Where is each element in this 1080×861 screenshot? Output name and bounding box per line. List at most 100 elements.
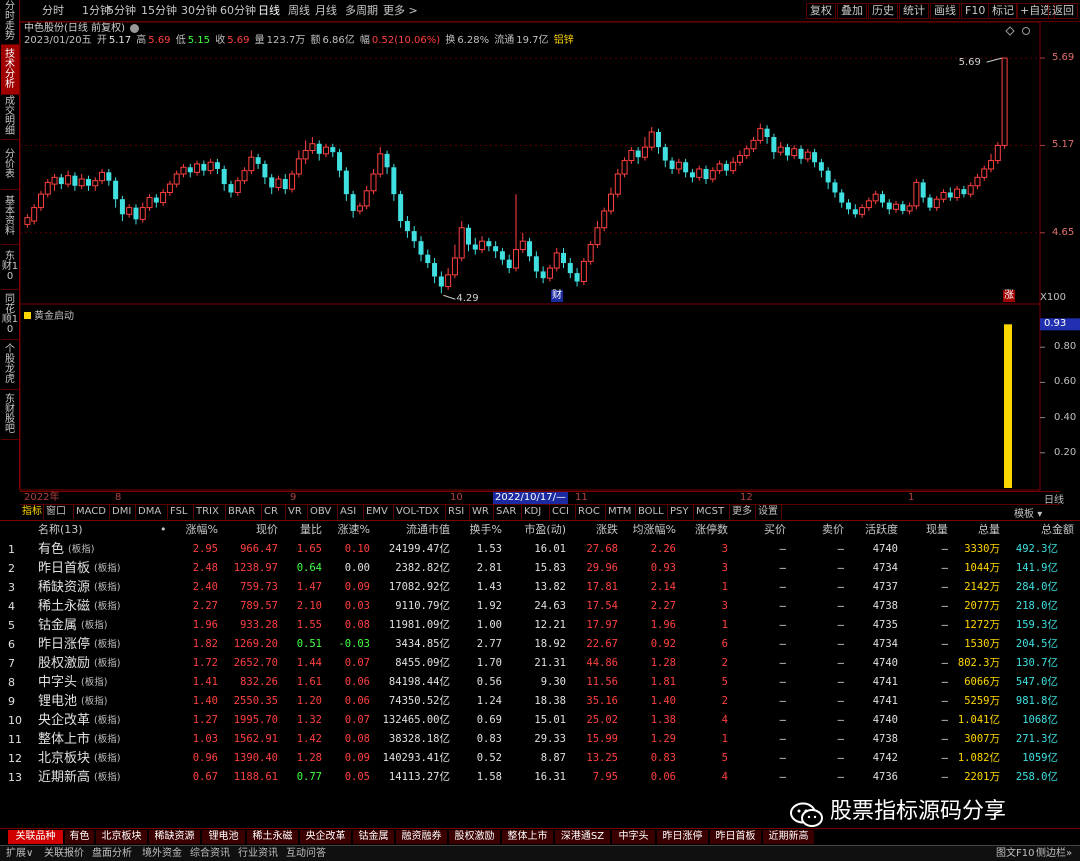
sector-tab-15[interactable]: 近期新高: [763, 830, 815, 844]
indicator-tab-10[interactable]: OBV: [308, 505, 338, 519]
indicator-tab-7[interactable]: BRAR: [226, 505, 262, 519]
period-tab-4[interactable]: 30分钟: [181, 4, 217, 18]
indicator-tab-12[interactable]: EMV: [364, 505, 394, 519]
indicator-tab-6[interactable]: TRIX: [194, 505, 226, 519]
col-header-12[interactable]: 买价: [740, 523, 786, 537]
toolbar-button-0[interactable]: 复权: [806, 3, 836, 19]
table-row[interactable]: 7 股权激励 (板指) 1.72 2652.70 1.44 0.07 8455.09亿 1.70…: [0, 654, 1080, 673]
col-header-0[interactable]: 名称(13): [38, 523, 98, 537]
bottom-tab-6[interactable]: 互动问答: [286, 847, 326, 860]
indicator-tab-14[interactable]: RSI: [446, 505, 470, 519]
sector-tab-1[interactable]: 有色: [65, 830, 95, 844]
toolbar-button-2[interactable]: 历史: [868, 3, 898, 19]
indicator-tab-21[interactable]: BOLL: [636, 505, 668, 519]
sector-tab-10[interactable]: 整体上市: [502, 830, 554, 844]
indicator-tab-11[interactable]: ASI: [338, 505, 364, 519]
bottom-tab-1[interactable]: 关联报价: [44, 847, 84, 860]
toolbar-button-1[interactable]: 叠加: [837, 3, 867, 19]
indicator-tab-24[interactable]: 更多: [730, 505, 756, 519]
bottom-tab-4[interactable]: 综合资讯: [190, 847, 230, 860]
indicator-tab-17[interactable]: KDJ: [522, 505, 550, 519]
col-header-5[interactable]: 涨速%: [330, 523, 370, 537]
period-tab-8[interactable]: 月线: [315, 4, 337, 18]
left-tab-7[interactable]: 个股龙虎: [1, 340, 19, 390]
table-row[interactable]: 10 央企改革 (板指) 1.27 1995.70 1.32 0.07 132465.00亿 0…: [0, 711, 1080, 730]
col-header-16[interactable]: 总量: [956, 523, 1000, 537]
table-row[interactable]: 9 锂电池 (板指) 1.40 2550.35 1.20 0.06 74350.52亿 1.24…: [0, 692, 1080, 711]
col-header-2[interactable]: 涨幅%: [168, 523, 218, 537]
template-button[interactable]: 模板 ▾: [1014, 505, 1042, 520]
sector-tab-5[interactable]: 稀土永磁: [247, 830, 299, 844]
period-tab-9[interactable]: 多周期: [345, 4, 378, 18]
sidebar-toggle[interactable]: 侧边栏»: [1036, 847, 1072, 860]
toolbar-button-8[interactable]: 返回: [1048, 3, 1078, 19]
indicator-tab-18[interactable]: CCI: [550, 505, 576, 519]
sector-tab-7[interactable]: 钴金属: [353, 830, 395, 844]
kline-chart[interactable]: [0, 0, 1080, 520]
period-tab-2[interactable]: 5分钟: [107, 4, 136, 18]
sector-tab-14[interactable]: 昨日首板: [710, 830, 762, 844]
indicator-tab-20[interactable]: MTM: [606, 505, 636, 519]
sector-tab-6[interactable]: 央企改革: [300, 830, 352, 844]
toolbar-button-5[interactable]: F10: [961, 3, 990, 19]
indicator-tab-8[interactable]: CR: [262, 505, 286, 519]
bottom-tab-2[interactable]: 盘面分析: [92, 847, 132, 860]
bottom-tab-0[interactable]: 扩展∨: [6, 847, 33, 860]
col-header-14[interactable]: 活跃度: [852, 523, 898, 537]
sector-tab-11[interactable]: 深港通SZ: [555, 830, 611, 844]
left-tab-1[interactable]: 技术分析: [1, 45, 19, 95]
indicator-tab-5[interactable]: FSL: [168, 505, 194, 519]
col-header-8[interactable]: 市盈(动): [510, 523, 566, 537]
indicator-tab-25[interactable]: 设置: [756, 505, 782, 519]
indicator-tab-15[interactable]: WR: [470, 505, 494, 519]
indicator-tab-19[interactable]: ROC: [576, 505, 606, 519]
limit-up-marker[interactable]: 涨: [1003, 290, 1015, 302]
indicator-tab-9[interactable]: VR: [286, 505, 308, 519]
indicator-tab-0[interactable]: 指标: [20, 505, 44, 519]
period-tab-3[interactable]: 15分钟: [141, 4, 177, 18]
sector-tab-0[interactable]: 关联品种: [8, 830, 64, 844]
indicator-tab-22[interactable]: PSY: [668, 505, 694, 519]
table-row[interactable]: 11 整体上市 (板指) 1.03 1562.91 1.42 0.08 38328.18亿 0.…: [0, 730, 1080, 749]
col-header-15[interactable]: 现量: [906, 523, 948, 537]
sector-tab-8[interactable]: 融资融券: [396, 830, 448, 844]
indicator-tab-1[interactable]: 窗口: [44, 505, 74, 519]
sector-tab-9[interactable]: 股权激励: [449, 830, 501, 844]
sector-tab-2[interactable]: 北京板块: [96, 830, 148, 844]
indicator-tab-23[interactable]: MCST: [694, 505, 730, 519]
indicator-tab-4[interactable]: DMA: [136, 505, 168, 519]
col-header-11[interactable]: 涨停数: [686, 523, 728, 537]
left-tab-8[interactable]: 东财股吧: [1, 390, 19, 440]
period-tab-0[interactable]: 分时: [42, 4, 64, 18]
col-header-3[interactable]: 现价: [228, 523, 278, 537]
indicator-tab-13[interactable]: VOL-TDX: [394, 505, 446, 519]
table-row[interactable]: 13 近期新高 (板指) 0.67 1188.61 0.77 0.05 14113.27亿 1.…: [0, 768, 1080, 787]
col-header-1[interactable]: •: [160, 523, 168, 537]
settings-gear-icon[interactable]: [129, 23, 139, 33]
table-row[interactable]: 12 北京板块 (板指) 0.96 1390.40 1.28 0.09 140293.41亿 0…: [0, 749, 1080, 768]
sector-tab-13[interactable]: 昨日涨停: [657, 830, 709, 844]
toolbar-button-4[interactable]: 画线: [930, 3, 960, 19]
left-tab-3[interactable]: 分价表: [1, 140, 19, 190]
table-row[interactable]: 8 中字头 (板指) 1.41 832.26 1.61 0.06 84198.44亿 0.56 9…: [0, 673, 1080, 692]
col-header-6[interactable]: 流通市值: [378, 523, 450, 537]
indicator-tab-3[interactable]: DMI: [110, 505, 136, 519]
period-tab-10[interactable]: 更多 >: [383, 4, 418, 18]
f10-button[interactable]: 图文F10: [996, 847, 1034, 860]
col-header-10[interactable]: 均涨幅%: [626, 523, 676, 537]
bottom-tab-3[interactable]: 境外资金: [142, 847, 182, 860]
period-tab-6[interactable]: 日线: [258, 4, 280, 18]
sector-tab-12[interactable]: 中字头: [612, 830, 656, 844]
sector-tab-4[interactable]: 锂电池: [202, 830, 246, 844]
col-header-7[interactable]: 换手%: [458, 523, 502, 537]
toolbar-button-3[interactable]: 统计: [899, 3, 929, 19]
col-header-13[interactable]: 卖价: [796, 523, 844, 537]
table-row[interactable]: 4 稀土永磁 (板指) 2.27 789.57 2.10 0.03 9110.79亿 1.92 2…: [0, 597, 1080, 616]
left-tab-4[interactable]: 基本资料: [1, 190, 19, 245]
table-row[interactable]: 5 钴金属 (板指) 1.96 933.28 1.55 0.08 11981.09亿 1.00 1…: [0, 616, 1080, 635]
left-tab-2[interactable]: 成交明细: [1, 95, 19, 140]
table-row[interactable]: 1 有色 (板指) 2.95 966.47 1.65 0.10 24199.47亿 1.53 16…: [0, 540, 1080, 559]
period-tab-7[interactable]: 周线: [288, 4, 310, 18]
col-header-17[interactable]: 总金额: [1006, 523, 1074, 537]
bottom-tab-5[interactable]: 行业资讯: [238, 847, 278, 860]
